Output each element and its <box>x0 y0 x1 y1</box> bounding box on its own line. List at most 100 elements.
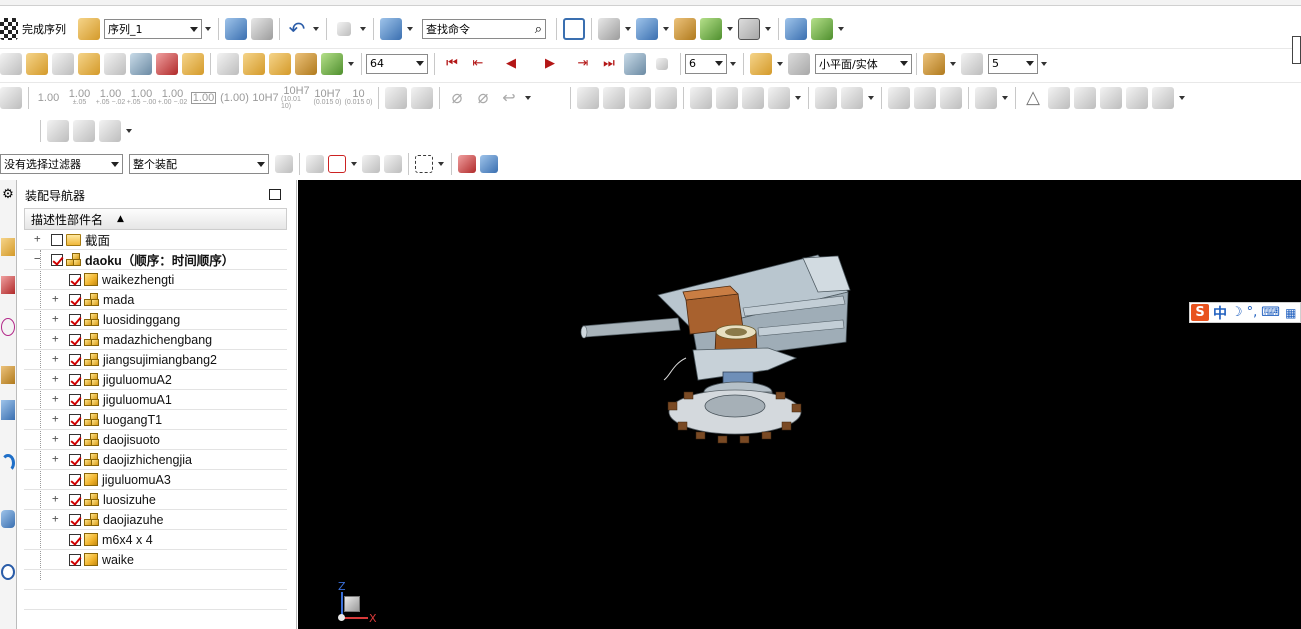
weld-icon[interactable] <box>1152 86 1174 109</box>
maximize-panel-button[interactable] <box>269 189 281 200</box>
gear-icon[interactable] <box>384 155 402 173</box>
tree-row[interactable]: + daojisuoto <box>24 430 287 450</box>
tree-row[interactable]: + jiangsujimiangbang2 <box>24 350 287 370</box>
component-icon[interactable] <box>0 52 22 75</box>
web-browser-tab-icon[interactable] <box>1 454 15 472</box>
tree-row[interactable]: waikezhengti <box>24 270 287 290</box>
dimension-icon[interactable] <box>0 86 22 109</box>
tools-grid-icon[interactable]: ▦ <box>1285 306 1296 320</box>
visibility-checkbox[interactable] <box>69 313 81 326</box>
crosshair-icon[interactable] <box>1074 86 1096 109</box>
expand-toggle[interactable]: + <box>52 312 59 325</box>
tree-row[interactable]: + 截面 <box>24 230 287 250</box>
chevron-down-icon[interactable] <box>407 27 413 31</box>
stop-icon[interactable] <box>337 22 351 36</box>
chevron-down-icon[interactable] <box>795 95 801 100</box>
constraint-navigator-tab-icon[interactable] <box>1 276 15 294</box>
visibility-checkbox[interactable] <box>69 473 81 486</box>
chevron-down-icon[interactable] <box>438 162 444 166</box>
chevron-down-icon[interactable] <box>1041 61 1047 66</box>
tree-row[interactable]: jiguluomuA3 <box>24 470 287 490</box>
chevron-down-icon[interactable] <box>625 27 631 31</box>
playback-speed-select[interactable]: 6 <box>685 53 727 74</box>
chevron-down-icon[interactable] <box>727 27 733 31</box>
chevron-down-icon[interactable] <box>950 61 956 66</box>
tools-icon[interactable] <box>716 86 738 109</box>
tolerance-fit[interactable]: 10H7 <box>250 85 281 111</box>
tolerance-dev[interactable]: 10 (0.015 0) <box>343 85 374 111</box>
play-forward-icon[interactable]: ▶ <box>542 56 558 72</box>
count-value-select[interactable]: 5 <box>988 53 1038 74</box>
chevron-down-icon[interactable] <box>126 129 132 133</box>
label-icon[interactable] <box>768 86 790 109</box>
chevron-down-icon[interactable] <box>1002 95 1008 100</box>
view-background-color-icon[interactable] <box>738 18 760 40</box>
text-format-icon[interactable] <box>99 120 121 142</box>
window-control[interactable] <box>1292 36 1301 64</box>
fast-forward-to-end-icon[interactable]: ⏭ <box>601 56 617 72</box>
tolerance-basic[interactable]: 1.00 <box>188 85 219 111</box>
tree-row[interactable]: waike <box>24 550 287 570</box>
tolerance-fit-limits[interactable]: 10H7 (10.01 10) <box>281 85 312 111</box>
replace-component-icon[interactable] <box>104 52 126 75</box>
visibility-checkbox[interactable] <box>69 353 81 366</box>
tolerance-reference[interactable]: (1.00) <box>219 85 250 111</box>
angle-icon[interactable] <box>385 86 407 109</box>
graphics-viewport[interactable]: Z X <box>298 180 1301 629</box>
move-component-icon[interactable] <box>785 18 807 40</box>
chevron-down-icon[interactable] <box>351 162 357 166</box>
surface-icon[interactable] <box>73 120 95 142</box>
reuse-library-tab-icon[interactable] <box>1 366 15 384</box>
tree-row[interactable]: + daojizhichengjia <box>24 450 287 470</box>
step-forward-icon[interactable]: ⇥ <box>575 56 591 72</box>
visibility-checkbox[interactable] <box>69 553 81 566</box>
intersect-icon[interactable] <box>362 155 380 173</box>
tolerance-nominal[interactable]: 1.00 <box>33 85 64 111</box>
chevron-down-icon[interactable] <box>360 27 366 31</box>
chevron-down-icon[interactable] <box>777 61 783 66</box>
fit-view-icon[interactable] <box>563 18 585 40</box>
sketch-icon[interactable] <box>47 120 69 142</box>
punctuation-icon[interactable]: °, <box>1247 305 1258 320</box>
expand-toggle[interactable]: + <box>52 292 59 305</box>
chevron-down-icon[interactable] <box>838 27 844 31</box>
reposition-icon[interactable] <box>811 18 833 40</box>
chamfer-dim-icon[interactable] <box>411 86 433 109</box>
triangle-icon[interactable]: △ <box>1022 87 1044 109</box>
finish-sequence-label[interactable]: 完成序列 <box>22 21 66 37</box>
snap-icon[interactable] <box>961 52 983 75</box>
scope-select[interactable]: 整个装配 <box>129 154 269 174</box>
visibility-checkbox[interactable] <box>69 273 81 286</box>
chevron-down-icon[interactable] <box>868 95 874 100</box>
box-select-icon[interactable] <box>415 155 433 173</box>
note-icon[interactable] <box>655 86 677 109</box>
assembly-navigator-tab-icon[interactable] <box>1 238 15 256</box>
visibility-checkbox[interactable] <box>69 493 81 506</box>
command-finder-input[interactable]: 查找命令 ⌕ <box>422 19 546 39</box>
constraints-icon[interactable] <box>182 52 204 75</box>
ime-toolbar[interactable]: S 中 ☽ °, ⌨ ▦ <box>1189 302 1301 323</box>
stop-playback-icon[interactable] <box>656 57 668 70</box>
hole-diameter-icon[interactable]: ⌀ <box>472 87 494 109</box>
sort-ascending-icon[interactable]: ▲ <box>117 214 124 224</box>
tree-row[interactable]: + luogangT1 <box>24 410 287 430</box>
chevron-down-icon[interactable] <box>765 27 771 31</box>
chevron-down-icon[interactable] <box>313 27 319 31</box>
section-icon[interactable] <box>742 86 764 109</box>
checkered-flag-icon[interactable] <box>0 18 18 40</box>
component-grey-icon[interactable] <box>815 86 837 109</box>
visibility-checkbox[interactable] <box>69 433 81 446</box>
clock-icon[interactable] <box>1 564 15 580</box>
eraser-select-icon[interactable] <box>458 155 476 173</box>
visibility-checkbox[interactable] <box>69 413 81 426</box>
information-icon[interactable] <box>380 18 402 40</box>
tolerance-bilateral[interactable]: 1.00 ±.05 <box>64 85 95 111</box>
eraser-icon[interactable] <box>321 52 343 75</box>
collapse-toggle[interactable]: − <box>34 252 41 265</box>
point-select-icon[interactable] <box>328 155 346 173</box>
step-value-select[interactable]: 64 <box>366 53 428 74</box>
expand-toggle[interactable]: + <box>52 392 59 405</box>
visibility-checkbox[interactable] <box>69 293 81 306</box>
selection-scope-select[interactable]: 小平面/实体 <box>815 53 912 74</box>
tree-row[interactable]: + luosizuhe <box>24 490 287 510</box>
